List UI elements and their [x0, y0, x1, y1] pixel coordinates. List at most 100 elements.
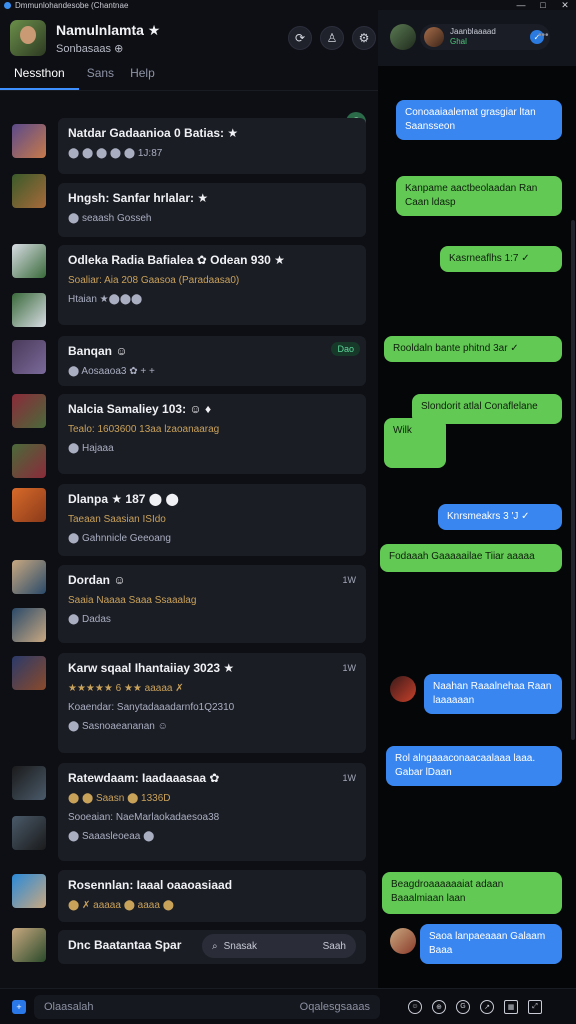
conversation-title: Dlanpa ★ 187 ⬤ ⬤: [68, 492, 179, 506]
add-icon[interactable]: +: [12, 999, 26, 1014]
conversation-thumbnail[interactable]: [12, 560, 46, 594]
conversation-preview: ⬤ Gahnnicle Geeoang: [68, 533, 171, 544]
conversation-preview: Koaendar: Sanytadaaadarnfo1Q2310: [68, 702, 235, 713]
tab-divider: [0, 90, 378, 91]
conversation-card[interactable]: Rosennlan: Iaaal oaaoasiaad ⬤ ✗ aaaaa ⬤ a…: [58, 870, 366, 922]
conversation-preview: ⬤ ⬤ ⬤ ⬤ ⬤ 1J:87: [68, 148, 163, 159]
conversation-title: Nalcia Samaliey 103: ☺ ♦: [68, 402, 212, 416]
conversation-title: Odleka Radia Bafialea ✿ Odean 930 ★: [68, 253, 285, 267]
conversation-tag: Dao: [331, 342, 360, 356]
profile-header[interactable]: Namulnlamta ★ Sonbasaas ⊕: [10, 20, 160, 56]
conversation-subtitle: Tealo: 1603600 13aa lzaoanaarag: [68, 424, 220, 435]
message-bubble[interactable]: Wilk: [384, 418, 446, 468]
conversation-thumbnail[interactable]: [12, 124, 46, 158]
tab-messages[interactable]: Nessthon: [0, 62, 79, 90]
conversation-thumbnail[interactable]: [12, 444, 46, 478]
conversation-subtitle: ★★★★★ 6 ★★ aaaaa ✗: [68, 683, 184, 694]
chat-scrollbar[interactable]: [571, 220, 575, 740]
image-icon[interactable]: ▦: [504, 999, 518, 1014]
conversation-card[interactable]: Dlanpa ★ 187 ⬤ ⬤ Taeaan Saasian ISIdo ⬤ Ga…: [58, 484, 366, 556]
conversation-preview: Sooeaian: NaeMarlaokadaesoa38: [68, 812, 220, 823]
conversation-preview: ⬤ Hajaaa: [68, 443, 114, 454]
conversation-thumbnail[interactable]: [12, 293, 46, 327]
conversation-preview-extra: ⬤ Saaasleoeaa ⬤: [68, 831, 155, 842]
message-bubble[interactable]: Fodaaah Gaaaaailae Tiiar aaaaa: [380, 544, 562, 572]
person-icon[interactable]: ♙: [320, 26, 344, 50]
conversation-thumbnail[interactable]: [12, 816, 46, 850]
conversation-card[interactable]: Nalcia Samaliey 103: ☺ ♦ Tealo: 1603600 1…: [58, 394, 366, 474]
message-hint: Oqalesgsaaas: [299, 1000, 370, 1013]
conversation-preview: ⬤ Dadas: [68, 614, 111, 625]
conversation-card[interactable]: Banqan ☺ ⬤ Aosaaoa3 ✿ + + Dao: [58, 336, 366, 386]
window-title: Dmmunlohandesobe (Chantnae: [15, 0, 129, 10]
tab-help[interactable]: Help: [122, 62, 163, 90]
conversation-thumbnail[interactable]: [12, 244, 46, 278]
conversation-thumbnail[interactable]: [12, 874, 46, 908]
conversation-title: Ratewdaam: Iaadaaasaa ✿: [68, 771, 220, 785]
message-bubble[interactable]: Rooldaln bante phitnd 3ar ✓: [384, 336, 562, 362]
conversation-subtitle: ⬤ ✗ aaaaa ⬤ aaaa ⬤: [68, 900, 174, 911]
conversation-time: 1W: [342, 575, 357, 585]
conversation-subtitle: ⬤ ⬤ Saasn ⬤ 1336D: [68, 793, 171, 804]
search-button[interactable]: Saah: [323, 941, 346, 952]
sender-avatar[interactable]: [390, 928, 416, 954]
attach-icon[interactable]: ⊕: [432, 999, 446, 1014]
conversation-title: Banqan ☺: [68, 344, 128, 358]
search-bar[interactable]: ⌕ Snasak Saah: [202, 934, 356, 958]
conversation-card[interactable]: Odleka Radia Bafialea ✿ Odean 930 ★ Soali…: [58, 245, 366, 325]
conversation-card[interactable]: Natdar Gadaanioa 0 Batias: ★ ⬤ ⬤ ⬤ ⬤ ⬤ 1J…: [58, 118, 366, 174]
chat-contact-chip[interactable]: Jaanblaaaad Ghal ✓: [420, 24, 550, 50]
conversation-thumbnail[interactable]: [12, 340, 46, 374]
message-bubble[interactable]: Naahan Raaalnehaa Raan laaaaaan: [424, 674, 562, 714]
conversation-subtitle: Soaliar: Aia 208 Gaasoa (Paradaasa0): [68, 275, 240, 286]
chat-avatar[interactable]: [390, 24, 416, 50]
chat-pane: [378, 10, 576, 988]
contact-avatar: [424, 27, 444, 47]
message-bubble[interactable]: Beagdroaaaaaaiat adaan Baaalmiaan laan: [382, 872, 562, 914]
conversation-card[interactable]: Dordan ☺ Saaia Naaaa Saaa Ssaaalag ⬤ Dadas…: [58, 565, 366, 643]
expand-icon[interactable]: ⤢: [528, 999, 542, 1014]
message-input[interactable]: Olaasalah Oqalesgsaaas: [34, 994, 380, 1019]
conversation-preview: ⬤ seaash Gosseh: [68, 213, 152, 224]
conversation-thumbnail[interactable]: [12, 174, 46, 208]
maximize-button[interactable]: □: [532, 0, 554, 10]
contact-name: Jaanblaaaad: [450, 27, 496, 36]
conversation-thumbnail[interactable]: [12, 766, 46, 800]
close-button[interactable]: ✕: [554, 0, 576, 11]
conversation-thumbnail[interactable]: [12, 488, 46, 522]
conversation-title: Hngsh: Sanfar hrlalar: ★: [68, 191, 209, 205]
search-icon: ⌕: [212, 940, 218, 952]
refresh-icon[interactable]: ⟳: [288, 26, 312, 50]
search-input[interactable]: Snasak: [224, 941, 323, 952]
conversation-card[interactable]: Ratewdaam: Iaadaaasaa ✿ ⬤ ⬤ Saasn ⬤ 1336D…: [58, 763, 366, 861]
conversation-thumbnail[interactable]: [12, 656, 46, 690]
message-bubble[interactable]: Kanpame aactbeolaadan Ran Caan ldasp: [396, 176, 562, 216]
conversation-card[interactable]: Karw sqaal Ihantaiiay 3023 ★ ★★★★★ 6 ★★ a…: [58, 653, 366, 753]
conversation-thumbnail[interactable]: [12, 928, 46, 962]
conversation-preview: Htaian ★⬤⬤⬤: [68, 294, 143, 305]
sender-avatar[interactable]: [390, 676, 416, 702]
conversation-thumbnail[interactable]: [12, 394, 46, 428]
conversation-time: 1W: [342, 663, 357, 673]
more-options-icon[interactable]: •••: [538, 30, 549, 41]
message-bubble[interactable]: Saoa lanpaeaaan Galaam Baaa: [420, 924, 562, 964]
settings-icon[interactable]: ⚙: [352, 26, 376, 50]
conversation-title: Natdar Gadaanioa 0 Batias: ★: [68, 126, 239, 140]
message-bubble[interactable]: Knrsmeakrs 3 'J ✓: [438, 504, 562, 530]
message-bubble[interactable]: Kasrneaflhs 1:7 ✓: [440, 246, 562, 272]
share-icon[interactable]: ↗: [480, 999, 494, 1014]
message-placeholder: Olaasalah: [44, 1000, 94, 1013]
conversation-card[interactable]: Hngsh: Sanfar hrlalar: ★ ⬤ seaash Gosseh: [58, 183, 366, 237]
minimize-button[interactable]: —: [510, 0, 532, 10]
conversation-title: Dordan ☺: [68, 573, 126, 587]
conversation-preview: ⬤ Aosaaoa3 ✿ + +: [68, 366, 155, 377]
tab-sans[interactable]: Sans: [79, 62, 122, 90]
gif-icon[interactable]: G: [456, 999, 470, 1014]
window-titlebar: Dmmunlohandesobe (Chantnae — □ ✕: [0, 0, 576, 10]
composer-bar: + Olaasalah Oqalesgsaaas ☺ ⊕ G ↗ ▦ ⤢: [0, 988, 576, 1024]
emoji-icon[interactable]: ☺: [408, 999, 422, 1014]
message-bubble[interactable]: Conoaaiaalemat grasgiar ltan Saansseon: [396, 100, 562, 140]
profile-avatar[interactable]: [10, 20, 46, 56]
message-bubble[interactable]: Rol alngaaaconaacaalaaa laaa. Gabar lDaa…: [386, 746, 562, 786]
conversation-thumbnail[interactable]: [12, 608, 46, 642]
